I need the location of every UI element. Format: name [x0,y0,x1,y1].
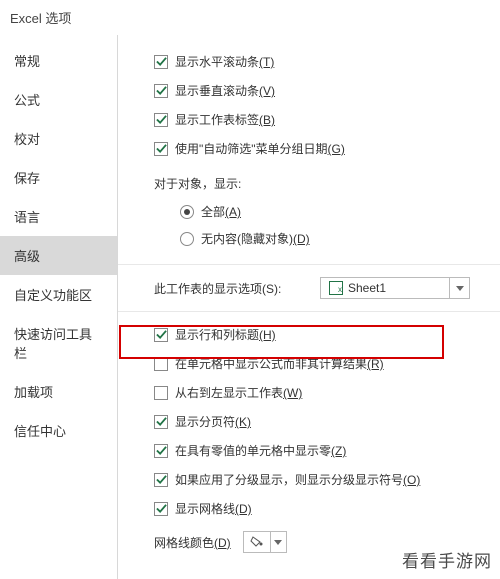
chevron-down-icon[interactable] [449,278,469,298]
checkbox-icon [154,84,168,98]
radio-icon [180,205,194,219]
checkbox-icon [154,328,168,342]
gridline-color-picker[interactable] [243,531,287,553]
hscroll-label: 显示水平滚动条(T) [175,53,274,70]
gridlines-label: 显示网格线(D) [175,500,252,517]
content-panel: 显示水平滚动条(T) 显示垂直滚动条(V) 显示工作表标签(B) 使用"自动筛选… [118,35,500,579]
sidebar-item-addins[interactable]: 加载项 [0,372,117,411]
gridlines-checkbox[interactable]: 显示网格线(D) [154,494,490,523]
sidebar-item-trust-center[interactable]: 信任中心 [0,411,117,450]
checkbox-icon [154,444,168,458]
objects-label: 对于对象，显示: [118,165,500,196]
sidebar-item-save[interactable]: 保存 [0,158,117,197]
gridline-color-label: 网格线颜色(D) [154,534,231,551]
sidebar-item-proofing[interactable]: 校对 [0,119,117,158]
sidebar-item-formulas[interactable]: 公式 [0,80,117,119]
radio-icon [180,232,194,246]
sheettabs-label: 显示工作表标签(B) [175,111,275,128]
page-breaks-label: 显示分页符(K) [175,413,251,430]
vscroll-checkbox-row[interactable]: 显示垂直滚动条(V) [154,76,490,105]
dialog-title: Excel 选项 [0,0,500,35]
outline-symbols-checkbox[interactable]: 如果应用了分级显示，则显示分级显示符号(O) [154,465,490,494]
worksheet-display-title: 此工作表的显示选项(S): [154,280,281,297]
checkbox-icon [154,415,168,429]
watermark: 看看手游网 [402,547,492,572]
checkbox-icon [154,142,168,156]
hscroll-checkbox-row[interactable]: 显示水平滚动条(T) [154,47,490,76]
sidebar: 常规 公式 校对 保存 语言 高级 自定义功能区 快速访问工具栏 加载项 信任中… [0,35,118,579]
row-col-headers-checkbox[interactable]: 显示行和列标题(H) [154,320,490,349]
show-formulas-label: 在单元格中显示公式而非其计算结果(R) [175,355,384,372]
sidebar-item-advanced[interactable]: 高级 [0,236,117,275]
objects-all-radio[interactable]: 全部(A) [180,198,500,225]
checkbox-icon [154,113,168,127]
excel-sheet-icon: x [329,281,343,295]
autofilter-group-label: 使用"自动筛选"菜单分组日期(G) [175,140,345,157]
row-col-headers-label: 显示行和列标题(H) [175,326,276,343]
show-formulas-checkbox[interactable]: 在单元格中显示公式而非其计算结果(R) [154,349,490,378]
vscroll-label: 显示垂直滚动条(V) [175,82,275,99]
outline-symbols-label: 如果应用了分级显示，则显示分级显示符号(O) [175,471,420,488]
checkbox-icon [154,386,168,400]
objects-none-label: 无内容(隐藏对象)(D) [201,230,310,247]
objects-all-label: 全部(A) [201,203,241,220]
show-zero-checkbox[interactable]: 在具有零值的单元格中显示零(Z) [154,436,490,465]
checkbox-icon [154,473,168,487]
sidebar-item-qat[interactable]: 快速访问工具栏 [0,314,117,372]
objects-none-radio[interactable]: 无内容(隐藏对象)(D) [180,225,500,252]
sidebar-item-language[interactable]: 语言 [0,197,117,236]
checkbox-icon [154,55,168,69]
page-breaks-checkbox[interactable]: 显示分页符(K) [154,407,490,436]
worksheet-display-section: 此工作表的显示选项(S): x Sheet1 [118,264,500,312]
chevron-down-icon[interactable] [270,532,286,552]
autofilter-group-checkbox-row[interactable]: 使用"自动筛选"菜单分组日期(G) [154,134,490,163]
fill-bucket-icon [244,532,270,552]
sheettabs-checkbox-row[interactable]: 显示工作表标签(B) [154,105,490,134]
show-zero-label: 在具有零值的单元格中显示零(Z) [175,442,346,459]
worksheet-combo-value: Sheet1 [348,281,386,295]
rtl-checkbox[interactable]: 从右到左显示工作表(W) [154,378,490,407]
sidebar-item-customize-ribbon[interactable]: 自定义功能区 [0,275,117,314]
worksheet-combo[interactable]: x Sheet1 [320,277,470,299]
checkbox-icon [154,502,168,516]
checkbox-icon [154,357,168,371]
sidebar-item-general[interactable]: 常规 [0,41,117,80]
rtl-label: 从右到左显示工作表(W) [175,384,302,401]
